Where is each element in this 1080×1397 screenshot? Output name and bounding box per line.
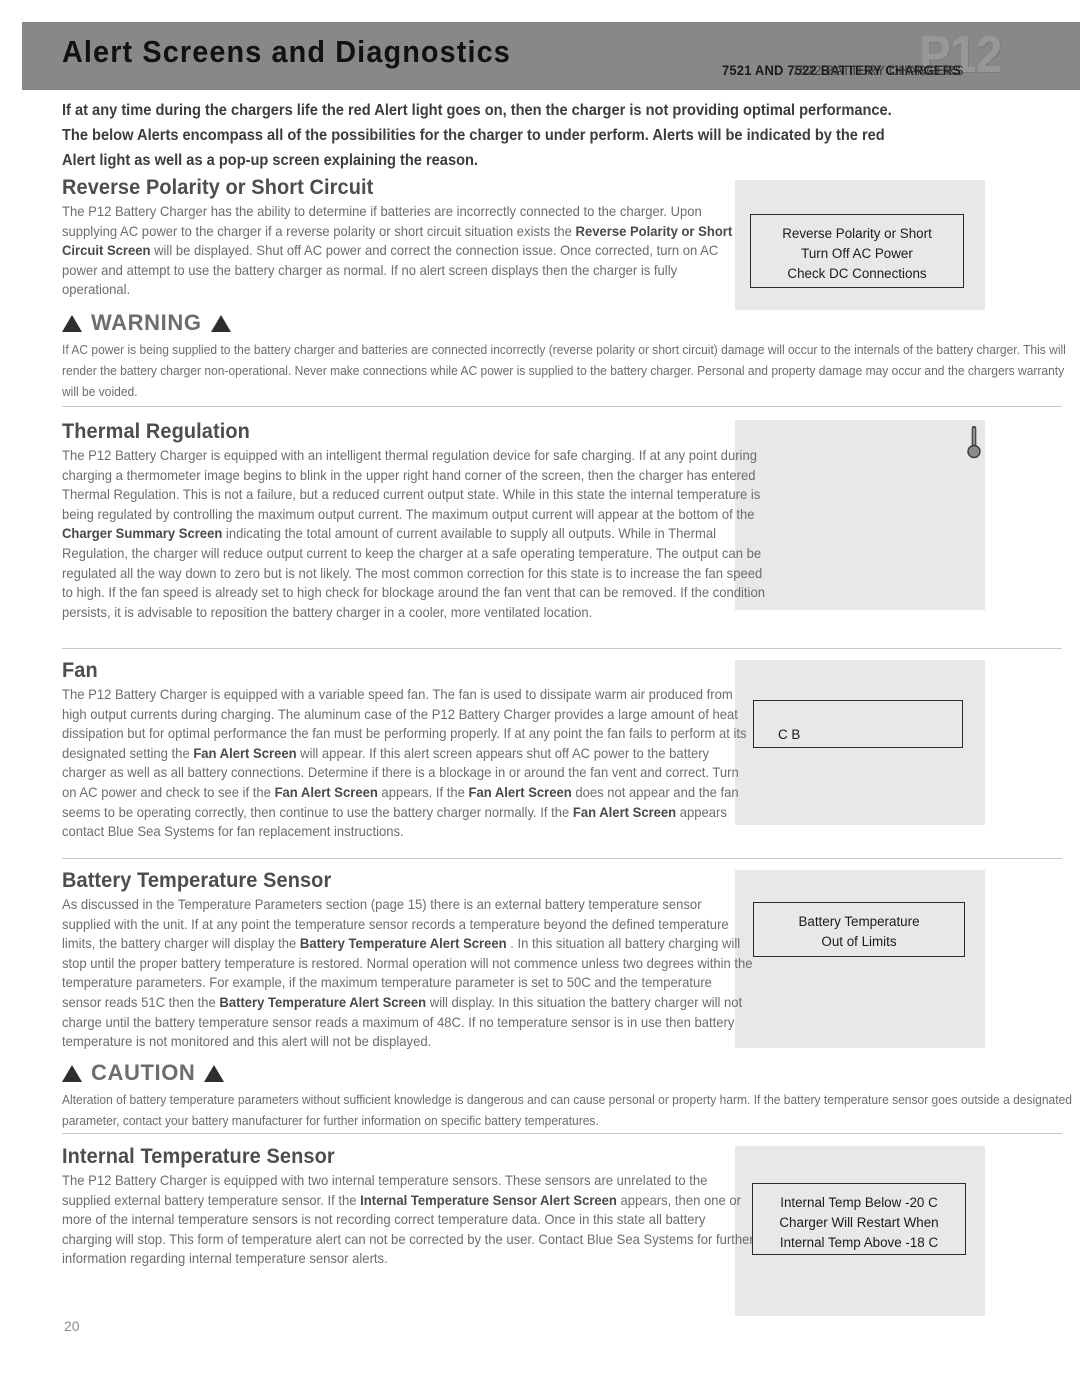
page-header-band: Alert Screens and Diagnostics P12 7521 A…: [22, 22, 1080, 90]
alert-screen-reverse-polarity: Reverse Polarity or Short Turn Off AC Po…: [750, 214, 964, 288]
rp-ac-3: AC: [700, 243, 719, 259]
rp-ac-2: AC: [304, 243, 323, 259]
bt-emph-2: Battery Temperature Alert Screen: [219, 994, 427, 1010]
section-body-battery-temp-sensor: As discussed in the Temperature Paramete…: [62, 895, 753, 1052]
warning-heading-row: WARNING: [62, 310, 1072, 336]
header-subtitle-overlay: 7522 BATTERY CHARGERS: [792, 63, 964, 78]
rp-text-3: will be displayed. Shut off: [150, 243, 305, 259]
divider-after-thermal: [62, 648, 1062, 649]
notice-caution: CAUTION Alteration of battery temperatur…: [62, 1060, 1072, 1132]
fan-ac-1: AC: [571, 745, 591, 761]
rp-text-6: power and attempt to use the battery cha…: [62, 262, 678, 298]
section-title-battery-temp-sensor: Battery Temperature Sensor: [62, 869, 332, 892]
section-body-fan: The P12 Battery Charger is equipped with…: [62, 685, 748, 842]
rp-on-1: On: [560, 243, 578, 259]
alert-screen-battery-temperature: Battery Temperature Out of Limits: [753, 902, 965, 957]
fan-text-5: appears. If the: [377, 784, 469, 800]
alert-screen-fan: C B: [753, 700, 963, 748]
rp-text-5: ce corrected, turn on: [577, 243, 701, 259]
caution-body-text: Alteration of battery temperature parame…: [62, 1093, 1072, 1128]
section-thermal-regulation: Thermal Regulation The P12 Battery Charg…: [62, 420, 802, 622]
fan-emph-4: Fan Alert Screen: [572, 804, 677, 820]
warning-heading-label: WARNING: [91, 310, 202, 335]
section-fan: Fan The P12 Battery Charger is equipped …: [62, 659, 774, 842]
alert-line: Charger Will Restart When: [779, 1215, 939, 1230]
warning-triangle-left-icon: [62, 314, 82, 332]
alert-line: Reverse Polarity or Short: [782, 226, 932, 241]
thermometer-icon: [967, 426, 981, 459]
section-body-internal-temp-sensor: The P12 Battery Charger is equipped with…: [62, 1171, 755, 1269]
fan-emph-2: Fan Alert Screen: [274, 784, 378, 800]
section-battery-temp-sensor: Battery Temperature Sensor As discussed …: [62, 869, 774, 1052]
fan-emph-1: Fan Alert Screen: [193, 745, 297, 761]
section-title-reverse-polarity: Reverse Polarity or Short Circuit: [62, 176, 374, 199]
divider-after-warning: [62, 406, 1062, 407]
rp-text-2: power to the charger if a reverse polari…: [138, 223, 576, 239]
rp-text-4: power and correct the connection issue.: [322, 243, 561, 259]
alert-line: Turn Off AC Power: [801, 246, 913, 261]
warning-triangle-right-icon: [210, 314, 231, 332]
alert-line: Internal Temp Below -20 C: [780, 1195, 938, 1210]
page-number: 20: [64, 1318, 80, 1334]
alert-line: C B: [778, 727, 801, 742]
alert-line: Battery Temperature: [798, 914, 920, 929]
caution-heading-row: CAUTION: [62, 1060, 1072, 1086]
section-title-thermal-regulation: Thermal Regulation: [62, 420, 250, 443]
section-body-thermal-regulation: The P12 Battery Charger is equipped with…: [62, 446, 772, 622]
alert-line: Internal Temp Above -18 C: [779, 1235, 939, 1250]
thermal-text-1: The P12 Battery Charger is equipped with…: [62, 448, 761, 522]
section-body-reverse-polarity: The P12 Battery Charger has the ability …: [62, 202, 746, 300]
alert-screen-internal-temperature: Internal Temp Below -20 C Charger Will R…: [752, 1183, 966, 1255]
divider-after-caution: [62, 1133, 1062, 1134]
section-title-fan: Fan: [62, 659, 98, 682]
section-internal-temp-sensor: Internal Temperature Sensor The P12 Batt…: [62, 1145, 774, 1269]
caution-heading-label: CAUTION: [91, 1060, 196, 1085]
intro-paragraph: If at any time during the chargers life …: [62, 102, 892, 169]
section-reverse-polarity: Reverse Polarity or Short Circuit The P1…: [62, 176, 752, 300]
bt-emph-1: Battery Temperature Alert Screen: [299, 936, 507, 952]
caution-triangle-right-icon: [204, 1064, 225, 1082]
notice-warning: WARNING If AC power is being supplied to…: [62, 310, 1072, 403]
section-title-internal-temp-sensor: Internal Temperature Sensor: [62, 1145, 335, 1168]
fan-ac-2: AC: [79, 784, 98, 800]
thermal-emph-screen-name: Charger Summary Screen: [62, 526, 223, 542]
alert-line: Out of Limits: [821, 934, 897, 949]
fan-text-2: will appear. If this alert screen appear…: [296, 745, 572, 761]
caution-triangle-left-icon: [62, 1064, 82, 1082]
fan-text-4: power and check to see if the: [97, 784, 275, 800]
header-right-group: P12 7521 AND 7522 BATTERY CHARGERS 7522 …: [692, 22, 1080, 90]
fan-emph-3: Fan Alert Screen: [468, 784, 572, 800]
it-emph-1: Internal Temperature Sensor Alert Screen: [360, 1192, 617, 1208]
rp-ac-1: AC: [120, 223, 139, 239]
divider-after-fan: [62, 858, 1062, 859]
warning-body-text: If AC power is being supplied to the bat…: [62, 343, 1066, 399]
page-title: Alert Screens and Diagnostics: [62, 34, 511, 69]
alert-line: Check DC Connections: [787, 266, 927, 281]
